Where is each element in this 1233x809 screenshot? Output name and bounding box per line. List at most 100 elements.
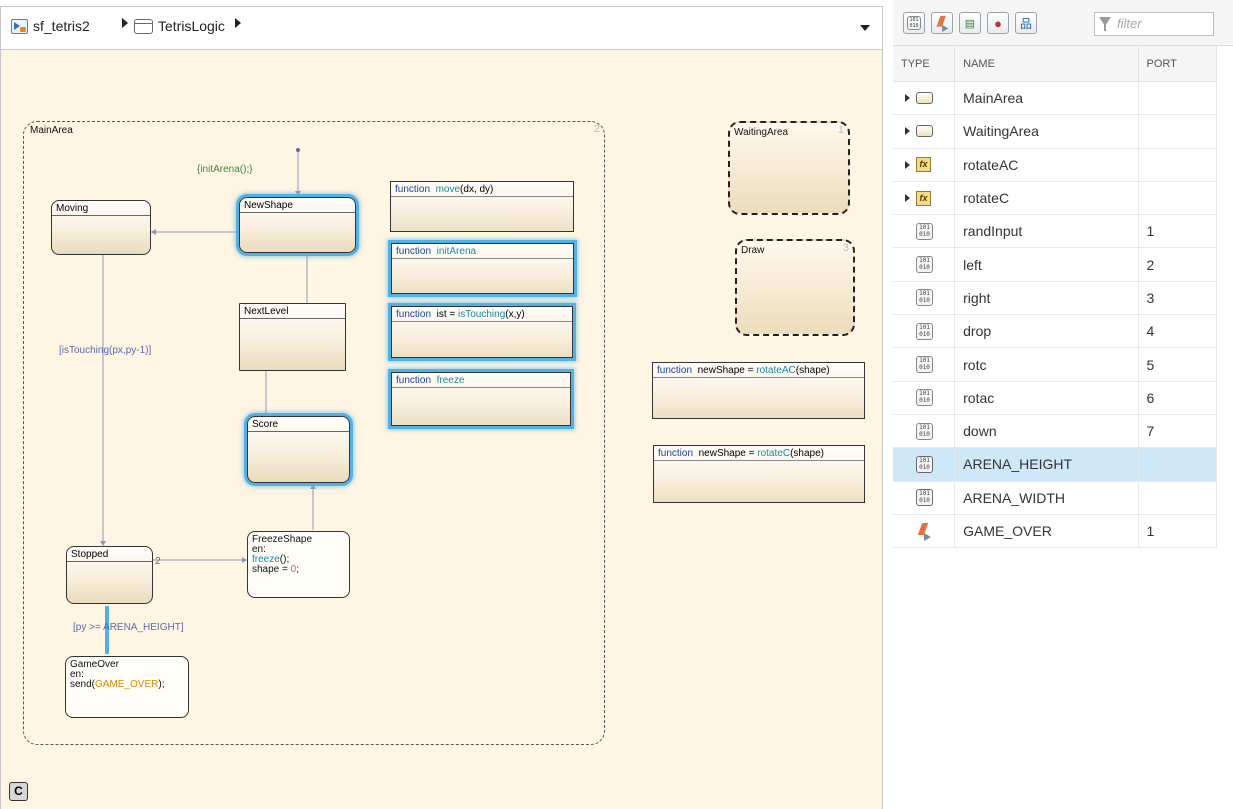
state-draw[interactable]: Draw 3 [735, 239, 855, 336]
symbol-name[interactable]: ARENA_HEIGHT [954, 447, 1139, 482]
expand-arrow-icon[interactable] [905, 94, 910, 103]
table-row[interactable]: 101 010 rotac 6 [893, 381, 1218, 415]
symbol-port[interactable]: 1 [1138, 214, 1218, 249]
state-nextlevel[interactable]: NextLevel [239, 303, 346, 371]
symbol-port[interactable]: 4 [1138, 314, 1218, 349]
symbol-name[interactable]: rotateAC [954, 148, 1139, 182]
type-cell[interactable]: fx [893, 181, 956, 216]
table-row[interactable]: 101 010 right 3 [893, 281, 1218, 316]
symbol-name[interactable]: drop [954, 314, 1139, 349]
type-cell[interactable]: 101 010 [893, 381, 956, 415]
symbol-name[interactable]: WaitingArea [954, 114, 1139, 149]
symbol-name[interactable]: rotateC [954, 181, 1139, 216]
chevron-down-icon[interactable] [860, 25, 870, 31]
table-row[interactable]: WaitingArea [893, 114, 1218, 149]
add-event-button[interactable] [931, 12, 953, 34]
symbol-name[interactable]: randInput [954, 214, 1139, 249]
filter-input[interactable]: filter [1094, 12, 1214, 36]
table-row[interactable]: 101 010 randInput 1 [893, 214, 1218, 249]
state-newshape-label: NewShape [244, 200, 293, 211]
type-cell[interactable]: 101 010 [893, 281, 956, 316]
transition-label-init[interactable]: {initArena();} [197, 164, 253, 175]
state-score[interactable]: Score [247, 416, 350, 483]
state-gameover[interactable]: GameOver en: send(GAME_OVER); [65, 656, 189, 718]
function-rotateac[interactable]: function newShape = rotateAC(shape) [652, 362, 865, 419]
add-message-button[interactable]: ▤ [959, 12, 981, 34]
symbol-name[interactable]: rotac [954, 381, 1139, 415]
table-row[interactable]: 101 010 down 7 [893, 414, 1218, 449]
column-header-port[interactable]: PORT [1138, 46, 1218, 82]
table-row[interactable]: fx rotateC [893, 181, 1218, 216]
table-row[interactable]: 101 010 drop 4 [893, 314, 1218, 349]
type-cell[interactable] [893, 81, 956, 116]
symbol-port[interactable]: 5 [1138, 347, 1218, 382]
table-row[interactable]: fx rotateAC [893, 148, 1218, 182]
type-cell[interactable] [893, 514, 956, 549]
table-row[interactable]: 101 010 rotc 5 [893, 347, 1218, 382]
expand-arrow-icon[interactable] [905, 160, 910, 169]
function-rotatec[interactable]: function newShape = rotateC(shape) [653, 445, 865, 503]
symbol-name[interactable]: ARENA_WIDTH [954, 481, 1139, 515]
breadcrumb-model[interactable]: sf_tetris2 [11, 18, 90, 34]
type-cell[interactable]: 101 010 [893, 347, 956, 382]
symbol-port[interactable] [1138, 181, 1218, 216]
function-icon: fx [916, 157, 931, 173]
symbol-port[interactable] [1138, 114, 1218, 149]
symbol-port[interactable] [1138, 481, 1218, 515]
state-moving[interactable]: Moving [51, 200, 151, 255]
expand-arrow-icon[interactable] [905, 127, 910, 136]
state-waitingarea[interactable]: WaitingArea 1 [728, 121, 850, 215]
breadcrumb-separator[interactable] [227, 18, 249, 28]
column-header-name[interactable]: NAME [954, 46, 1139, 82]
symbol-name[interactable]: down [954, 414, 1139, 449]
state-freezeshape[interactable]: FreezeShape en: freeze(); shape = 0; [247, 531, 350, 598]
add-data-icon: 101 010 [907, 16, 921, 30]
transition-label-height[interactable]: [py >= ARENA_HEIGHT] [73, 622, 184, 633]
type-cell[interactable] [893, 114, 956, 149]
hierarchy-view-button[interactable]: 品 [1015, 12, 1037, 34]
symbol-name[interactable]: right [954, 281, 1139, 316]
function-istouching[interactable]: function ist = isTouching(x,y) [391, 306, 573, 358]
state-newshape[interactable]: NewShape [239, 197, 356, 253]
breadcrumb-separator[interactable] [114, 18, 136, 28]
symbol-port[interactable] [1138, 81, 1218, 116]
c-button[interactable]: C [9, 782, 28, 801]
state-divider [240, 318, 345, 319]
symbol-port[interactable]: 3 [1138, 281, 1218, 316]
type-cell[interactable]: 101 010 [893, 214, 956, 249]
table-row[interactable]: MainArea [893, 81, 1218, 116]
table-row[interactable]: GAME_OVER 1 [893, 514, 1218, 549]
table-row[interactable]: 101 010 ARENA_HEIGHT [893, 447, 1218, 482]
symbol-port[interactable] [1138, 447, 1218, 482]
symbol-port[interactable]: 7 [1138, 414, 1218, 449]
function-initarena[interactable]: function initArena [391, 243, 574, 294]
table-row[interactable]: 101 010 left 2 [893, 247, 1218, 282]
symbol-port[interactable]: 2 [1138, 247, 1218, 282]
type-cell[interactable]: 101 010 [893, 447, 956, 482]
symbol-port[interactable]: 6 [1138, 381, 1218, 415]
add-data-button[interactable]: 101 010 [903, 12, 925, 34]
transition-label-touching[interactable]: [isTouching(px,py-1)] [59, 345, 151, 356]
type-cell[interactable]: 101 010 [893, 414, 956, 449]
type-cell[interactable]: 101 010 [893, 247, 956, 282]
symbol-port[interactable] [1138, 148, 1218, 182]
type-cell[interactable]: 101 010 [893, 481, 956, 515]
function-move[interactable]: function move(dx, dy) [390, 181, 574, 232]
column-header-type[interactable]: TYPE [893, 46, 956, 82]
symbol-port[interactable]: 1 [1138, 514, 1218, 549]
table-row[interactable]: 101 010 ARENA_WIDTH [893, 481, 1218, 515]
expand-arrow-icon[interactable] [905, 194, 910, 203]
breadcrumb-chart[interactable]: TetrisLogic [134, 18, 225, 34]
state-stopped[interactable]: Stopped [66, 546, 153, 604]
resolve-undefined-symbols-button[interactable]: ● [987, 12, 1009, 34]
function-freeze[interactable]: function freeze [391, 372, 571, 426]
state-divider [67, 561, 152, 562]
symbol-name[interactable]: GAME_OVER [954, 514, 1139, 549]
symbol-name[interactable]: rotc [954, 347, 1139, 382]
type-cell[interactable]: fx [893, 148, 956, 182]
simulink-model-icon [11, 18, 28, 34]
type-cell[interactable]: 101 010 [893, 314, 956, 349]
symbol-name[interactable]: left [954, 247, 1139, 282]
symbol-name[interactable]: MainArea [954, 81, 1139, 116]
chart-canvas[interactable]: MainArea 2 Moving NewShape NextLevel Sco… [0, 50, 883, 809]
